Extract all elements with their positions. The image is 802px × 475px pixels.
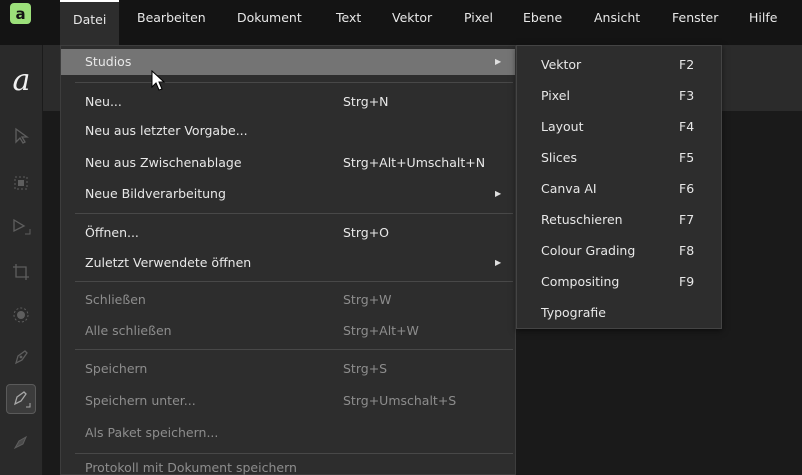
app-logo-icon[interactable]: a xyxy=(10,3,31,24)
menu-item-label: Protokoll mit Dokument speichern xyxy=(85,460,297,475)
menu-item-oeffnen[interactable]: Öffnen... Strg+O xyxy=(61,220,515,246)
menu-item-speichern[interactable]: Speichern Strg+S xyxy=(61,356,515,382)
menu-item-neu-aus-vorgabe[interactable]: Neu aus letzter Vorgabe... xyxy=(61,118,515,144)
studio-item-label: Vektor xyxy=(541,57,582,72)
file-menu-dropdown: Studios ▶ Neu... Strg+N Neu aus letzter … xyxy=(60,45,516,475)
menu-item-alle-schliessen[interactable]: Alle schließen Strg+Alt+W xyxy=(61,318,515,344)
studio-item-shortcut: F8 xyxy=(679,243,695,258)
node-tool-icon[interactable] xyxy=(6,212,36,242)
menu-item-speichern-unter[interactable]: Speichern unter... Strg+Umschalt+S xyxy=(61,388,515,414)
studio-item-shortcut: F3 xyxy=(679,88,695,103)
menu-item-label: Neue Bildverarbeitung xyxy=(85,186,226,201)
menu-item-shortcut: Strg+N xyxy=(343,94,389,109)
studio-item-label: Compositing xyxy=(541,274,620,289)
studio-item-typografie[interactable]: Typografie xyxy=(517,297,721,328)
studio-item-label: Slices xyxy=(541,150,577,165)
menu-item-neu[interactable]: Neu... Strg+N xyxy=(61,89,515,115)
studio-item-shortcut: F7 xyxy=(679,212,695,227)
studio-item-label: Retuschieren xyxy=(541,212,623,227)
gear-tool-icon[interactable] xyxy=(6,300,36,330)
menu-item-shortcut: Strg+Alt+Umschalt+N xyxy=(343,155,486,170)
menu-bar: a Datei Bearbeiten Dokument Text Vektor … xyxy=(0,0,802,45)
menu-item-neue-bildverarbeitung[interactable]: Neue Bildverarbeitung ▶ xyxy=(61,181,515,207)
menu-datei[interactable]: Datei xyxy=(60,0,119,45)
menu-separator xyxy=(75,82,513,83)
menu-item-label: Alle schließen xyxy=(85,323,172,338)
studio-item-canva-ai[interactable]: Canva AI F6 xyxy=(517,173,721,204)
menu-ansicht[interactable]: Ansicht xyxy=(594,0,640,45)
menu-item-protokoll-speichern[interactable]: Protokoll mit Dokument speichern xyxy=(61,455,515,475)
menu-hilfe[interactable]: Hilfe xyxy=(749,0,777,45)
menu-separator xyxy=(75,349,513,350)
studio-item-label: Layout xyxy=(541,119,584,134)
mouse-cursor-icon xyxy=(151,70,166,91)
studio-item-pixel[interactable]: Pixel F3 xyxy=(517,80,721,111)
menu-item-zuletzt-verwendete[interactable]: Zuletzt Verwendete öffnen ▶ xyxy=(61,250,515,276)
move-tool-icon[interactable] xyxy=(6,121,36,151)
menu-item-studios[interactable]: Studios ▶ xyxy=(61,49,515,75)
menu-item-label: Speichern unter... xyxy=(85,393,196,408)
logo-letter: a xyxy=(12,62,31,98)
menu-item-label: Öffnen... xyxy=(85,225,139,240)
pencil-tool-icon[interactable] xyxy=(6,384,36,414)
studio-item-label: Colour Grading xyxy=(541,243,636,258)
menu-item-label: Als Paket speichern... xyxy=(85,425,219,440)
submenu-arrow-icon: ▶ xyxy=(495,57,502,66)
submenu-arrow-icon: ▶ xyxy=(495,258,502,267)
menu-item-shortcut: Strg+Alt+W xyxy=(343,323,419,338)
menu-item-shortcut: Strg+O xyxy=(343,225,390,240)
vector-brush-tool-icon[interactable] xyxy=(6,428,36,458)
studio-item-compositing[interactable]: Compositing F9 xyxy=(517,266,721,297)
studio-item-label: Canva AI xyxy=(541,181,597,196)
studio-item-label: Typografie xyxy=(541,305,606,320)
menu-item-shortcut: Strg+S xyxy=(343,361,388,376)
menu-item-label: Neu aus Zwischenablage xyxy=(85,155,242,170)
menu-item-schliessen[interactable]: Schließen Strg+W xyxy=(61,287,515,313)
menu-item-label: Zuletzt Verwendete öffnen xyxy=(85,255,252,270)
studio-item-shortcut: F4 xyxy=(679,119,695,134)
submenu-arrow-icon: ▶ xyxy=(495,189,502,198)
menu-pixel[interactable]: Pixel xyxy=(464,0,493,45)
studio-item-shortcut: F6 xyxy=(679,181,695,196)
studio-item-shortcut: F5 xyxy=(679,150,695,165)
studio-item-colour-grading[interactable]: Colour Grading F8 xyxy=(517,235,721,266)
menu-text[interactable]: Text xyxy=(336,0,361,45)
select-tool-icon[interactable] xyxy=(6,168,36,198)
menu-item-label: Neu aus letzter Vorgabe... xyxy=(85,123,248,138)
menu-item-neu-aus-zwischenablage[interactable]: Neu aus Zwischenablage Strg+Alt+Umschalt… xyxy=(61,150,515,176)
studio-item-layout[interactable]: Layout F4 xyxy=(517,111,721,142)
menu-fenster[interactable]: Fenster xyxy=(672,0,718,45)
studio-item-label: Pixel xyxy=(541,88,570,103)
studio-item-shortcut: F2 xyxy=(679,57,695,72)
menu-dokument[interactable]: Dokument xyxy=(237,0,302,45)
menu-item-label: Schließen xyxy=(85,292,146,307)
menu-separator xyxy=(75,453,513,454)
menu-vektor[interactable]: Vektor xyxy=(392,0,432,45)
studio-item-shortcut: F9 xyxy=(679,274,695,289)
menu-item-shortcut: Strg+Umschalt+S xyxy=(343,393,457,408)
menu-item-shortcut: Strg+W xyxy=(343,292,392,307)
studios-submenu: Vektor F2 Pixel F3 Layout F4 Slices F5 C… xyxy=(516,45,722,329)
studio-item-vektor[interactable]: Vektor F2 xyxy=(517,49,721,80)
menu-separator xyxy=(75,281,513,282)
studio-item-retuschieren[interactable]: Retuschieren F7 xyxy=(517,204,721,235)
menu-item-als-paket-speichern[interactable]: Als Paket speichern... xyxy=(61,420,515,446)
menu-item-label: Neu... xyxy=(85,94,122,109)
menu-bearbeiten[interactable]: Bearbeiten xyxy=(137,0,206,45)
studio-item-slices[interactable]: Slices F5 xyxy=(517,142,721,173)
menu-item-label: Speichern xyxy=(85,361,148,376)
pen-tool-icon[interactable] xyxy=(6,342,36,372)
app-logo-large: a xyxy=(0,45,43,115)
crop-tool-icon[interactable] xyxy=(6,257,36,287)
menu-item-label: Studios xyxy=(85,54,132,69)
menu-separator xyxy=(75,213,513,214)
menu-ebene[interactable]: Ebene xyxy=(523,0,562,45)
